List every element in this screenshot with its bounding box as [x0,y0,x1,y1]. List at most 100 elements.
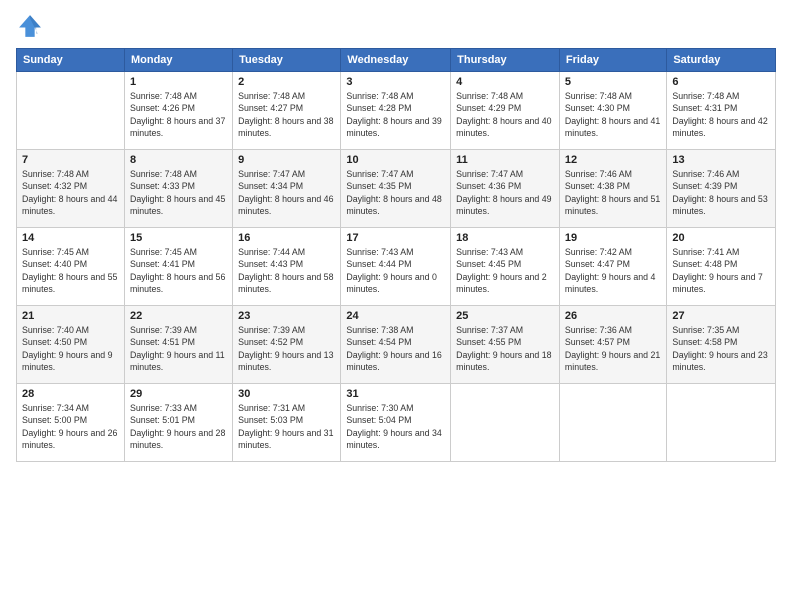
calendar-cell: 4 Sunrise: 7:48 AMSunset: 4:29 PMDaylight… [451,72,560,150]
calendar-cell: 19 Sunrise: 7:42 AMSunset: 4:47 PMDayligh… [559,228,666,306]
logo-icon [16,12,44,40]
day-number: 16 [238,232,335,244]
day-info: Sunrise: 7:46 AMSunset: 4:39 PMDaylight:… [672,168,770,217]
day-info: Sunrise: 7:48 AMSunset: 4:27 PMDaylight:… [238,90,335,139]
day-info: Sunrise: 7:43 AMSunset: 4:45 PMDaylight:… [456,246,554,295]
day-number: 8 [130,154,227,166]
day-number: 17 [346,232,445,244]
calendar-week-row: 14 Sunrise: 7:45 AMSunset: 4:40 PMDayligh… [17,228,776,306]
day-number: 22 [130,310,227,322]
calendar-cell: 1 Sunrise: 7:48 AMSunset: 4:26 PMDaylight… [124,72,232,150]
day-number: 21 [22,310,119,322]
day-info: Sunrise: 7:48 AMSunset: 4:32 PMDaylight:… [22,168,119,217]
calendar-page: SundayMondayTuesdayWednesdayThursdayFrid… [0,0,792,612]
day-info: Sunrise: 7:41 AMSunset: 4:48 PMDaylight:… [672,246,770,295]
day-info: Sunrise: 7:43 AMSunset: 4:44 PMDaylight:… [346,246,445,295]
weekday-header: Monday [124,49,232,72]
calendar-week-row: 7 Sunrise: 7:48 AMSunset: 4:32 PMDaylight… [17,150,776,228]
calendar-cell: 21 Sunrise: 7:40 AMSunset: 4:50 PMDayligh… [17,306,125,384]
day-info: Sunrise: 7:39 AMSunset: 4:51 PMDaylight:… [130,324,227,373]
calendar-cell: 20 Sunrise: 7:41 AMSunset: 4:48 PMDayligh… [667,228,776,306]
day-info: Sunrise: 7:47 AMSunset: 4:35 PMDaylight:… [346,168,445,217]
day-number: 20 [672,232,770,244]
day-info: Sunrise: 7:34 AMSunset: 5:00 PMDaylight:… [22,402,119,451]
calendar-cell: 17 Sunrise: 7:43 AMSunset: 4:44 PMDayligh… [341,228,451,306]
day-info: Sunrise: 7:48 AMSunset: 4:28 PMDaylight:… [346,90,445,139]
calendar-cell: 30 Sunrise: 7:31 AMSunset: 5:03 PMDayligh… [233,384,341,462]
calendar-cell [667,384,776,462]
calendar-cell: 24 Sunrise: 7:38 AMSunset: 4:54 PMDayligh… [341,306,451,384]
day-info: Sunrise: 7:38 AMSunset: 4:54 PMDaylight:… [346,324,445,373]
weekday-header: Saturday [667,49,776,72]
calendar-cell: 2Sunrise: 7:48 AMSunset: 4:27 PMDaylight… [233,72,341,150]
day-number: 10 [346,154,445,166]
day-number: 24 [346,310,445,322]
weekday-header: Tuesday [233,49,341,72]
calendar-cell: 25 Sunrise: 7:37 AMSunset: 4:55 PMDayligh… [451,306,560,384]
day-info: Sunrise: 7:47 AMSunset: 4:34 PMDaylight:… [238,168,335,217]
day-number: 27 [672,310,770,322]
calendar-cell: 31 Sunrise: 7:30 AMSunset: 5:04 PMDayligh… [341,384,451,462]
day-number: 3 [346,76,445,88]
day-number: 14 [22,232,119,244]
day-info: Sunrise: 7:30 AMSunset: 5:04 PMDaylight:… [346,402,445,451]
day-number: 26 [565,310,661,322]
day-info: Sunrise: 7:44 AMSunset: 4:43 PMDaylight:… [238,246,335,295]
calendar-cell [559,384,666,462]
calendar-cell: 12 Sunrise: 7:46 AMSunset: 4:38 PMDayligh… [559,150,666,228]
calendar-cell: 27 Sunrise: 7:35 AMSunset: 4:58 PMDayligh… [667,306,776,384]
day-number: 19 [565,232,661,244]
calendar-cell: 10 Sunrise: 7:47 AMSunset: 4:35 PMDayligh… [341,150,451,228]
calendar-cell: 23Sunrise: 7:39 AMSunset: 4:52 PMDayligh… [233,306,341,384]
day-number: 15 [130,232,227,244]
day-info: Sunrise: 7:48 AMSunset: 4:26 PMDaylight:… [130,90,227,139]
day-number: 9 [238,154,335,166]
calendar-body: 1 Sunrise: 7:48 AMSunset: 4:26 PMDaylight… [17,72,776,462]
day-info: Sunrise: 7:33 AMSunset: 5:01 PMDaylight:… [130,402,227,451]
day-info: Sunrise: 7:40 AMSunset: 4:50 PMDaylight:… [22,324,119,373]
day-info: Sunrise: 7:48 AMSunset: 4:30 PMDaylight:… [565,90,661,139]
calendar-header-row: SundayMondayTuesdayWednesdayThursdayFrid… [17,49,776,72]
calendar-cell: 5Sunrise: 7:48 AMSunset: 4:30 PMDaylight… [559,72,666,150]
day-info: Sunrise: 7:47 AMSunset: 4:36 PMDaylight:… [456,168,554,217]
calendar-week-row: 28Sunrise: 7:34 AMSunset: 5:00 PMDayligh… [17,384,776,462]
day-number: 31 [346,388,445,400]
calendar-cell [17,72,125,150]
day-number: 29 [130,388,227,400]
calendar-cell: 15 Sunrise: 7:45 AMSunset: 4:41 PMDayligh… [124,228,232,306]
day-number: 6 [672,76,770,88]
day-number: 25 [456,310,554,322]
calendar-cell: 29 Sunrise: 7:33 AMSunset: 5:01 PMDayligh… [124,384,232,462]
day-number: 18 [456,232,554,244]
day-info: Sunrise: 7:35 AMSunset: 4:58 PMDaylight:… [672,324,770,373]
calendar-cell: 7 Sunrise: 7:48 AMSunset: 4:32 PMDaylight… [17,150,125,228]
day-number: 11 [456,154,554,166]
day-info: Sunrise: 7:42 AMSunset: 4:47 PMDaylight:… [565,246,661,295]
calendar-week-row: 1 Sunrise: 7:48 AMSunset: 4:26 PMDaylight… [17,72,776,150]
calendar-cell: 8Sunrise: 7:48 AMSunset: 4:33 PMDaylight… [124,150,232,228]
calendar-cell: 28Sunrise: 7:34 AMSunset: 5:00 PMDayligh… [17,384,125,462]
weekday-header: Sunday [17,49,125,72]
calendar-cell: 22 Sunrise: 7:39 AMSunset: 4:51 PMDayligh… [124,306,232,384]
day-number: 1 [130,76,227,88]
day-number: 4 [456,76,554,88]
calendar-cell: 14 Sunrise: 7:45 AMSunset: 4:40 PMDayligh… [17,228,125,306]
day-number: 12 [565,154,661,166]
day-info: Sunrise: 7:45 AMSunset: 4:40 PMDaylight:… [22,246,119,295]
day-number: 13 [672,154,770,166]
logo [16,12,48,40]
day-number: 30 [238,388,335,400]
weekday-header: Friday [559,49,666,72]
calendar-cell: 26 Sunrise: 7:36 AMSunset: 4:57 PMDayligh… [559,306,666,384]
calendar-cell: 11 Sunrise: 7:47 AMSunset: 4:36 PMDayligh… [451,150,560,228]
day-info: Sunrise: 7:37 AMSunset: 4:55 PMDaylight:… [456,324,554,373]
day-info: Sunrise: 7:48 AMSunset: 4:29 PMDaylight:… [456,90,554,139]
day-info: Sunrise: 7:36 AMSunset: 4:57 PMDaylight:… [565,324,661,373]
day-number: 7 [22,154,119,166]
day-info: Sunrise: 7:46 AMSunset: 4:38 PMDaylight:… [565,168,661,217]
header [16,12,776,40]
day-info: Sunrise: 7:48 AMSunset: 4:31 PMDaylight:… [672,90,770,139]
day-info: Sunrise: 7:31 AMSunset: 5:03 PMDaylight:… [238,402,335,451]
weekday-header: Thursday [451,49,560,72]
day-info: Sunrise: 7:45 AMSunset: 4:41 PMDaylight:… [130,246,227,295]
